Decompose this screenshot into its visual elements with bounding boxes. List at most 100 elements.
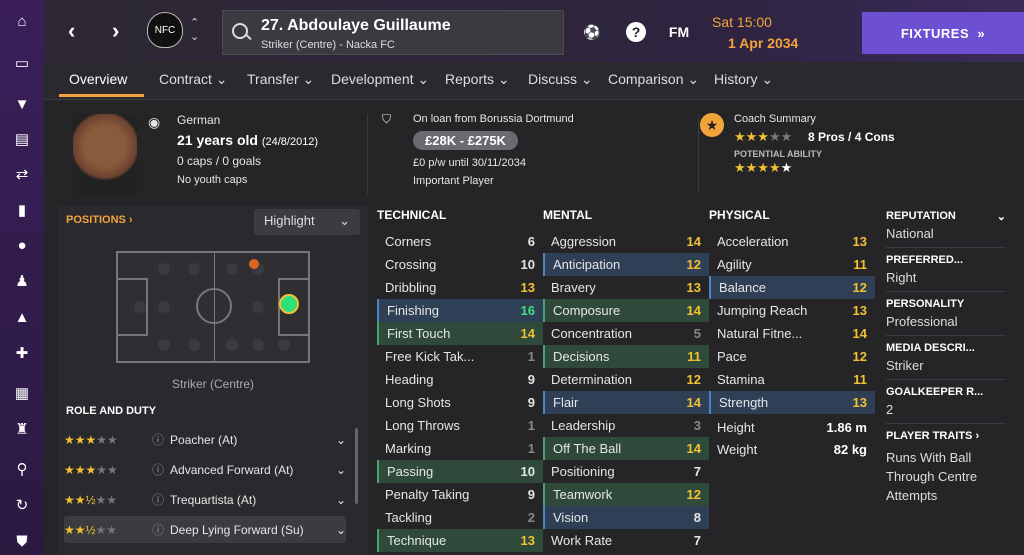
attribute-row[interactable]: Work Rate 7 — [543, 529, 709, 552]
shield-icon[interactable]: ⛊ — [11, 530, 33, 552]
attribute-row[interactable]: Marking 1 — [377, 437, 543, 460]
attribute-row[interactable]: Long Throws 1 — [377, 414, 543, 437]
medical-icon[interactable]: ✚ — [11, 342, 33, 364]
highlight-dropdown[interactable]: Highlight ⌄ — [254, 209, 360, 235]
tab-reports[interactable]: Reports ⌄ — [445, 71, 510, 88]
forward-arrow-icon[interactable]: › — [112, 18, 119, 44]
nation-flag-icon: ◉ — [148, 114, 161, 130]
attribute-row[interactable]: Balance 12 — [709, 276, 875, 299]
weight-value: 82 kg — [833, 442, 867, 457]
attribute-value: 1 — [527, 418, 535, 433]
attribute-row[interactable]: First Touch 14 — [377, 322, 543, 345]
attribute-row[interactable]: Jumping Reach 13 — [709, 299, 875, 322]
coach-pros-cons: 8 Pros / 4 Cons — [808, 130, 895, 144]
ball-icon[interactable]: ⚽ — [582, 22, 602, 42]
label: REPUTATION — [886, 210, 956, 222]
attribute-row[interactable]: Long Shots 9 — [377, 391, 543, 414]
trophy-icon[interactable]: ♜ — [11, 418, 33, 440]
tab-history[interactable]: History ⌄ — [714, 71, 773, 88]
attribute-row[interactable]: Stamina 11 — [709, 368, 875, 391]
staff-icon[interactable]: ♟ — [11, 270, 33, 292]
club-crest[interactable]: NFC — [147, 12, 183, 48]
attribute-row[interactable]: Technique 13 — [377, 529, 543, 552]
attribute-row[interactable]: Leadership 3 — [543, 414, 709, 437]
divider — [367, 114, 368, 194]
caps: 0 caps / 0 goals — [177, 154, 262, 168]
attribute-row[interactable]: Dribbling 13 — [377, 276, 543, 299]
player-switch-icon[interactable]: ⌃ ⌄ — [190, 16, 199, 44]
tab-transfer[interactable]: Transfer ⌄ — [247, 71, 314, 88]
fixtures-label: FIXTURES — [900, 25, 970, 41]
clipboard-icon[interactable]: ▤ — [11, 128, 33, 150]
attribute-row[interactable]: Penalty Taking 9 — [377, 483, 543, 506]
attribute-row[interactable]: Free Kick Tak... 1 — [377, 345, 543, 368]
back-arrow-icon[interactable]: ‹ — [68, 18, 75, 44]
attribute-name: Determination — [551, 372, 632, 387]
attribute-row[interactable]: Acceleration 13 — [709, 230, 875, 253]
role-row[interactable]: ★★★★★ ⓘ Advanced Forward (At) ⌄ — [64, 456, 346, 483]
attribute-row[interactable]: Natural Fitne... 14 — [709, 322, 875, 345]
positions-link[interactable]: POSITIONS › — [66, 214, 133, 226]
attribute-row[interactable]: Heading 9 — [377, 368, 543, 391]
fm-icon[interactable]: FM — [669, 22, 689, 42]
info-column: REPUTATION ⌄ National PREFERRED... Right… — [886, 206, 1006, 503]
attribute-row[interactable]: Positioning 7 — [543, 460, 709, 483]
help-icon[interactable]: ? — [626, 22, 646, 42]
role-scrollbar[interactable] — [355, 428, 358, 504]
globe-icon[interactable]: ● — [11, 234, 33, 256]
search-icon[interactable]: ⚲ — [11, 458, 33, 480]
training-icon[interactable]: ▮ — [11, 199, 33, 221]
role-row[interactable]: ★★½★★ ⓘ Trequartista (At) ⌄ — [64, 486, 346, 513]
age: 21 years old (24/8/2012) — [177, 132, 318, 148]
fixtures-button[interactable]: FIXTURES » — [862, 12, 1024, 54]
transfers-icon[interactable]: ⇄ — [11, 163, 33, 185]
attribute-name: Heading — [385, 372, 434, 387]
attribute-row[interactable]: Bravery 13 — [543, 276, 709, 299]
squad-icon[interactable]: ▼ — [11, 93, 33, 115]
attribute-row[interactable]: Tackling 2 — [377, 506, 543, 529]
tab-development[interactable]: Development ⌄ — [331, 71, 429, 88]
attribute-row[interactable]: Determination 12 — [543, 368, 709, 391]
player-traits-link[interactable]: PLAYER TRAITS › — [886, 430, 1006, 442]
refresh-icon[interactable]: ↻ — [11, 494, 33, 516]
attribute-row[interactable]: Flair 14 — [543, 391, 709, 414]
attribute-name: Flair — [553, 395, 579, 410]
reputation-value: National — [886, 226, 1006, 248]
attribute-row[interactable]: Aggression 14 — [543, 230, 709, 253]
reputation-label[interactable]: REPUTATION ⌄ — [886, 210, 1006, 223]
attribute-name: Jumping Reach — [717, 303, 808, 318]
calendar-icon[interactable]: ▦ — [11, 382, 33, 404]
attribute-row[interactable]: Anticipation 12 — [543, 253, 709, 276]
inbox-icon[interactable]: ▭ — [11, 52, 33, 74]
scouting-icon[interactable]: ▲ — [11, 306, 33, 328]
tab-overview[interactable]: Overview — [69, 71, 127, 87]
attribute-row[interactable]: Crossing 10 — [377, 253, 543, 276]
attribute-row[interactable]: Concentration 5 — [543, 322, 709, 345]
attribute-row[interactable]: Agility 11 — [709, 253, 875, 276]
attribute-row[interactable]: Strength 13 — [709, 391, 875, 414]
attribute-value: 10 — [520, 464, 535, 479]
value-badge[interactable]: £28K - £275K — [413, 131, 518, 150]
attribute-value: 13 — [852, 303, 867, 318]
attribute-row[interactable]: Passing 10 — [377, 460, 543, 483]
attribute-name: Composure — [553, 303, 621, 318]
attribute-row[interactable]: Off The Ball 14 — [543, 437, 709, 460]
positions-title: POSITIONS — [66, 214, 126, 226]
tab-comparison[interactable]: Comparison ⌄ — [608, 71, 699, 88]
attribute-row[interactable]: Finishing 16 — [377, 299, 543, 322]
tab-discuss[interactable]: Discuss ⌄ — [528, 71, 593, 88]
role-row-selected[interactable]: ★★½★★ ⓘ Deep Lying Forward (Su) ⌄ — [64, 516, 346, 543]
info-icon: ⓘ — [152, 523, 165, 537]
tab-contract[interactable]: Contract ⌄ — [159, 71, 228, 88]
attribute-row[interactable]: Vision 8 — [543, 506, 709, 529]
attribute-row[interactable]: Composure 14 — [543, 299, 709, 322]
attribute-row[interactable]: Decisions 11 — [543, 345, 709, 368]
player-header[interactable]: 27. Abdoulaye Guillaume Striker (Centre)… — [222, 10, 564, 55]
home-icon[interactable]: ⌂ — [11, 10, 33, 32]
personality-value: Professional — [886, 314, 1006, 336]
attribute-row[interactable]: Teamwork 12 — [543, 483, 709, 506]
attribute-row[interactable]: Corners 6 — [377, 230, 543, 253]
attr-section-title: MENTAL — [543, 208, 593, 222]
attribute-row[interactable]: Pace 12 — [709, 345, 875, 368]
role-row[interactable]: ★★★★★ ⓘ Poacher (At) ⌄ — [64, 426, 346, 453]
